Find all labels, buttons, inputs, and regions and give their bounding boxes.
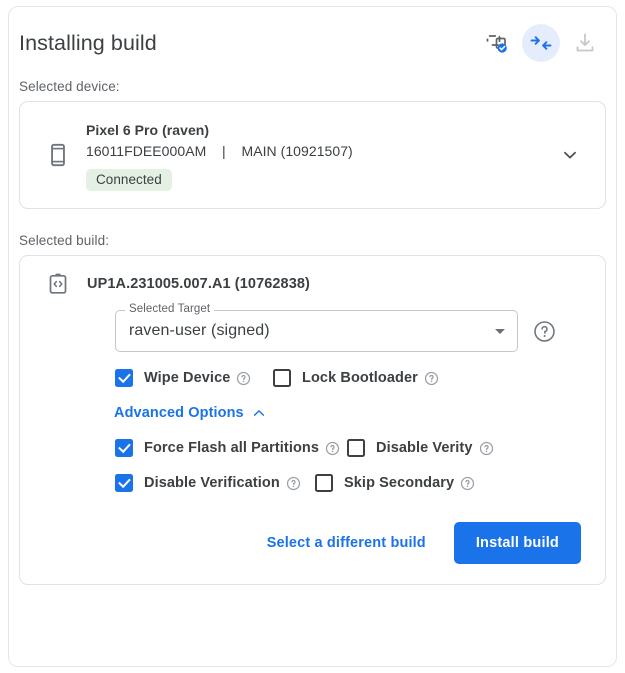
installing-build-panel: Installing build (8, 6, 617, 667)
header-actions (478, 24, 604, 62)
build-name: UP1A.231005.007.A1 (10762838) (78, 276, 310, 292)
selected-device-card[interactable]: Pixel 6 Pro (raven) 16011FDEE000AM | MAI… (19, 101, 606, 209)
chevron-down-icon[interactable] (549, 144, 591, 166)
device-name: Pixel 6 Pro (raven) (86, 120, 549, 140)
device-info: Pixel 6 Pro (raven) 16011FDEE000AM | MAI… (78, 120, 549, 191)
selected-target-value: raven-user (signed) (129, 322, 495, 340)
primary-options-row: Wipe Device Lock Bootloader (115, 369, 583, 387)
advanced-options-toggle[interactable]: Advanced Options (114, 405, 267, 421)
wipe-device-checkbox-box (115, 369, 133, 387)
build-header: UP1A.231005.007.A1 (10762838) (34, 272, 591, 296)
advanced-options-row-2: Disable Verification Skip Secondary (115, 474, 583, 492)
lock-bootloader-checkbox[interactable]: Lock Bootloader (273, 369, 439, 387)
build-options: Selected Target raven-user (signed) Wip (34, 310, 591, 566)
select-different-build-button[interactable]: Select a different build (265, 529, 428, 557)
panel-header: Installing build (9, 7, 616, 79)
chevron-down-icon-svg (559, 144, 581, 166)
help-circle-icon-svg (236, 371, 251, 386)
selected-build-label: Selected build: (19, 233, 616, 248)
disable-verification-checkbox[interactable]: Disable Verification (115, 474, 315, 492)
disable-verity-checkbox[interactable]: Disable Verity (347, 439, 494, 457)
help-circle-icon-svg (460, 476, 475, 491)
disable-verification-label: Disable Verification (144, 475, 280, 491)
phone-icon-svg (45, 142, 71, 168)
target-select-row: Selected Target raven-user (signed) (115, 310, 583, 352)
device-meta: 16011FDEE000AM | MAIN (10921507) (86, 140, 549, 162)
skip-secondary-checkbox[interactable]: Skip Secondary (315, 474, 475, 492)
device-check-icon-svg (485, 31, 509, 55)
download-icon-svg (573, 31, 597, 55)
lock-bootloader-checkbox-box (273, 369, 291, 387)
page-title: Installing build (19, 31, 478, 56)
disable-verity-label: Disable Verity (376, 440, 473, 456)
help-circle-icon-svg (479, 441, 494, 456)
selected-build-card: UP1A.231005.007.A1 (10762838) Selected T… (19, 255, 606, 585)
merge-arrows-icon-svg (529, 31, 553, 55)
clipboard-code-icon-svg (46, 272, 70, 296)
merge-arrows-icon[interactable] (522, 24, 560, 62)
chevron-up-icon (251, 405, 267, 421)
selected-device-label: Selected device: (19, 79, 616, 94)
force-flash-all-partitions-checkbox-box (115, 439, 133, 457)
status-badge: Connected (86, 169, 172, 191)
install-build-button[interactable]: Install build (454, 522, 581, 564)
advanced-options-label: Advanced Options (114, 405, 244, 421)
phone-icon (38, 142, 78, 168)
selected-target-select[interactable]: Selected Target raven-user (signed) (115, 310, 518, 352)
help-circle-icon[interactable] (325, 441, 340, 456)
build-card-footer: Select a different build Install build (115, 492, 583, 566)
help-circle-icon-svg (286, 476, 301, 491)
skip-secondary-checkbox-box (315, 474, 333, 492)
help-circle-icon-svg (532, 319, 557, 344)
disable-verity-checkbox-box (347, 439, 365, 457)
help-circle-icon[interactable] (479, 441, 494, 456)
download-icon[interactable] (566, 24, 604, 62)
help-circle-icon-svg (325, 441, 340, 456)
clipboard-code-icon (38, 272, 78, 296)
wipe-device-label: Wipe Device (144, 370, 230, 386)
force-flash-all-partitions-checkbox[interactable]: Force Flash all Partitions (115, 439, 347, 457)
device-check-icon[interactable] (478, 24, 516, 62)
advanced-options-row-1: Force Flash all Partitions Disable Verit… (115, 439, 583, 457)
help-circle-icon[interactable] (460, 476, 475, 491)
wipe-device-checkbox[interactable]: Wipe Device (115, 369, 273, 387)
help-circle-icon[interactable] (532, 319, 557, 344)
dropdown-arrow-icon (495, 329, 505, 334)
selected-target-legend: Selected Target (125, 303, 214, 315)
disable-verification-checkbox-box (115, 474, 133, 492)
skip-secondary-label: Skip Secondary (344, 475, 454, 491)
help-circle-icon[interactable] (424, 371, 439, 386)
force-flash-all-partitions-label: Force Flash all Partitions (144, 440, 319, 456)
help-circle-icon[interactable] (236, 371, 251, 386)
help-circle-icon[interactable] (286, 476, 301, 491)
help-circle-icon-svg (424, 371, 439, 386)
lock-bootloader-label: Lock Bootloader (302, 370, 418, 386)
